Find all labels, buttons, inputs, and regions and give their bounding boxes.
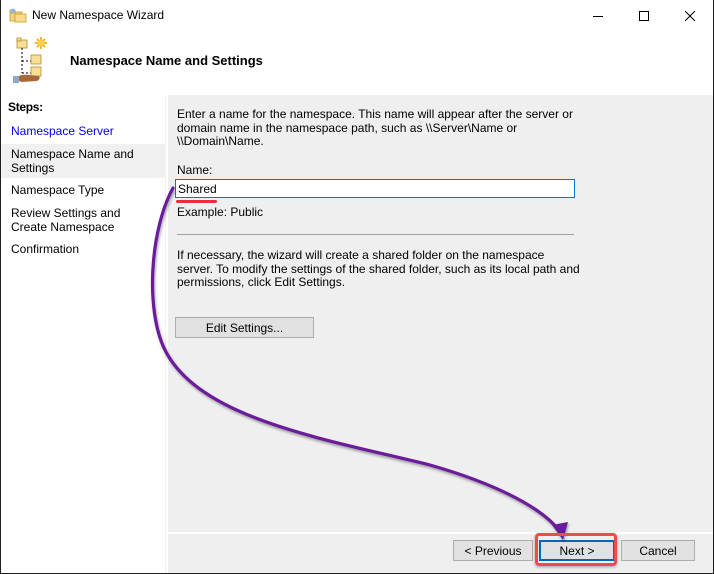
next-button[interactable]: Next > bbox=[539, 540, 615, 561]
namespace-app-icon bbox=[9, 8, 27, 23]
close-icon bbox=[684, 10, 696, 21]
namespace-description: Enter a name for the namespace. This nam… bbox=[177, 107, 573, 148]
cancel-button[interactable]: Cancel bbox=[621, 540, 695, 561]
step-label: Namespace Name and Settings bbox=[11, 147, 134, 175]
minimize-icon bbox=[593, 15, 603, 17]
minimize-button[interactable] bbox=[575, 0, 621, 31]
step-namespace-name-and-settings: Namespace Name and Settings bbox=[1, 144, 165, 178]
namespace-tree-icon bbox=[13, 37, 47, 83]
name-input[interactable] bbox=[175, 179, 575, 198]
step-review-settings: Review Settings and Create Namespace bbox=[11, 206, 121, 234]
shared-folder-note: If necessary, the wizard will create a s… bbox=[177, 248, 580, 289]
name-label: Name: bbox=[177, 163, 213, 177]
edit-settings-button[interactable]: Edit Settings... bbox=[175, 317, 314, 338]
step-confirmation: Confirmation bbox=[11, 242, 80, 256]
page-title: Namespace Name and Settings bbox=[70, 53, 263, 68]
wizard-content: Enter a name for the namespace. This nam… bbox=[168, 95, 713, 532]
steps-heading: Steps: bbox=[8, 100, 43, 114]
section-divider bbox=[177, 234, 574, 235]
step-namespace-type: Namespace Type bbox=[11, 183, 105, 197]
maximize-icon bbox=[639, 10, 649, 21]
name-example: Example: Public bbox=[177, 205, 264, 219]
previous-button[interactable]: < Previous bbox=[453, 540, 533, 561]
wizard-footer: < Previous Next > Cancel bbox=[168, 533, 713, 573]
wizard-header: Namespace Name and Settings bbox=[1, 31, 713, 89]
maximize-button[interactable] bbox=[621, 0, 667, 31]
wizard-window: New Namespace Wizard Namespace Name and … bbox=[0, 0, 714, 574]
step-namespace-server[interactable]: Namespace Server bbox=[1, 124, 165, 138]
steps-sidebar: Steps: Namespace Server Namespace Name a… bbox=[1, 95, 166, 573]
window-title: New Namespace Wizard bbox=[32, 8, 165, 22]
close-button[interactable] bbox=[667, 0, 713, 31]
title-bar: New Namespace Wizard bbox=[1, 0, 713, 31]
